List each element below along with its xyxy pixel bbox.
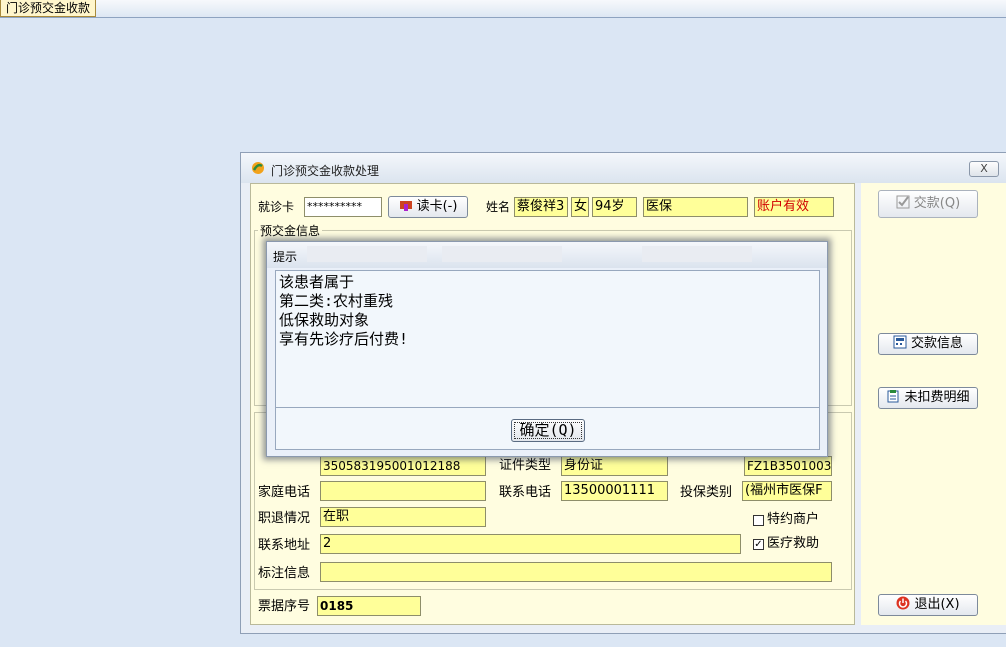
- read-card-label: 读卡(-): [416, 199, 458, 214]
- contact-phone-field[interactable]: 13500001111: [561, 481, 668, 501]
- window-title: 门诊预交金收款处理: [271, 164, 380, 178]
- insurance-type-label: 投保类别: [680, 485, 733, 500]
- dialog-message-line: 该患者属于: [279, 273, 355, 291]
- unpaid-detail-label: 未扣费明细: [904, 390, 970, 405]
- dialog-footer: 确定(Q): [275, 408, 820, 450]
- note-label: 标注信息: [258, 566, 311, 581]
- medical-aid-label: 医疗救助: [767, 536, 820, 551]
- age-field[interactable]: 94岁: [592, 197, 637, 217]
- close-icon[interactable]: X: [969, 161, 999, 177]
- action-panel: 交款(Q) 交款信息 未扣费明细 退出(X): [861, 183, 1006, 625]
- card-number-field[interactable]: **********: [304, 197, 382, 217]
- medical-aid-checkbox[interactable]: ✓: [753, 539, 764, 550]
- checkmark-icon: [896, 195, 910, 209]
- insurance-type-field[interactable]: (福州市医保F: [742, 481, 832, 501]
- id-type-field[interactable]: 身份证: [561, 456, 668, 476]
- pay-button[interactable]: 交款(Q): [878, 190, 978, 218]
- power-icon: [896, 596, 910, 610]
- clipboard-icon: [887, 390, 899, 403]
- pay-info-button[interactable]: 交款信息: [878, 333, 978, 355]
- address-field[interactable]: 2: [320, 534, 741, 554]
- home-phone-field[interactable]: [320, 481, 486, 501]
- job-status-field[interactable]: 在职: [320, 507, 486, 527]
- prompt-dialog: 提示 该患者属于 第二类:农村重残 低保救助对象 享有先诊疗后付费! 确定(Q): [266, 241, 828, 457]
- job-status-label: 职退情况: [258, 511, 311, 526]
- name-label: 姓名: [486, 200, 511, 214]
- id-type-label: 证件类型: [499, 458, 552, 473]
- card-label: 就诊卡: [258, 200, 295, 214]
- tab-outpatient-prepay[interactable]: 门诊预交金收款: [0, 0, 97, 17]
- home-phone-label: 家庭电话: [258, 485, 311, 500]
- exit-button[interactable]: 退出(X): [878, 594, 978, 616]
- account-status-field[interactable]: 账户有效: [754, 197, 834, 217]
- ok-button[interactable]: 确定(Q): [511, 419, 585, 442]
- dialog-message: 该患者属于 第二类:农村重残 低保救助对象 享有先诊疗后付费!: [275, 270, 820, 408]
- receipt-number-field[interactable]: 0185: [317, 596, 421, 616]
- window-titlebar: 门诊预交金收款处理 X: [241, 153, 1006, 183]
- special-merchant-checkbox[interactable]: [753, 515, 764, 526]
- dialog-title: 提示: [273, 250, 298, 264]
- special-merchant-label: 特约商户: [767, 512, 820, 527]
- read-card-button[interactable]: 读卡(-): [388, 196, 468, 218]
- prepay-group-title: 预交金信息: [258, 222, 323, 240]
- contact-phone-label: 联系电话: [499, 485, 552, 500]
- card-reader-icon: [399, 201, 412, 211]
- pay-label: 交款(Q): [913, 196, 961, 211]
- unpaid-detail-button[interactable]: 未扣费明细: [878, 387, 978, 409]
- exit-label: 退出(X): [914, 597, 960, 612]
- id-number-field[interactable]: 350583195001012188: [320, 456, 486, 476]
- case-number-field[interactable]: FZ1B3501003: [744, 456, 832, 476]
- note-field[interactable]: [320, 562, 832, 582]
- address-label: 联系地址: [258, 538, 311, 553]
- patient-name-field[interactable]: 蔡俊祥3: [514, 197, 568, 217]
- gender-field[interactable]: 女: [571, 197, 589, 217]
- pay-info-label: 交款信息: [910, 336, 963, 351]
- top-tab-bar: [0, 0, 1006, 18]
- dialog-message-line: 享有先诊疗后付费!: [279, 330, 409, 348]
- dialog-message-line: 第二类:农村重残: [279, 292, 394, 310]
- calculator-icon: [893, 335, 907, 349]
- receipt-label: 票据序号: [258, 599, 311, 614]
- app-logo-icon: [252, 162, 264, 174]
- dialog-message-line: 低保救助对象: [279, 311, 370, 329]
- dialog-titlebar: 提示: [267, 242, 827, 268]
- insurance-field[interactable]: 医保: [643, 197, 748, 217]
